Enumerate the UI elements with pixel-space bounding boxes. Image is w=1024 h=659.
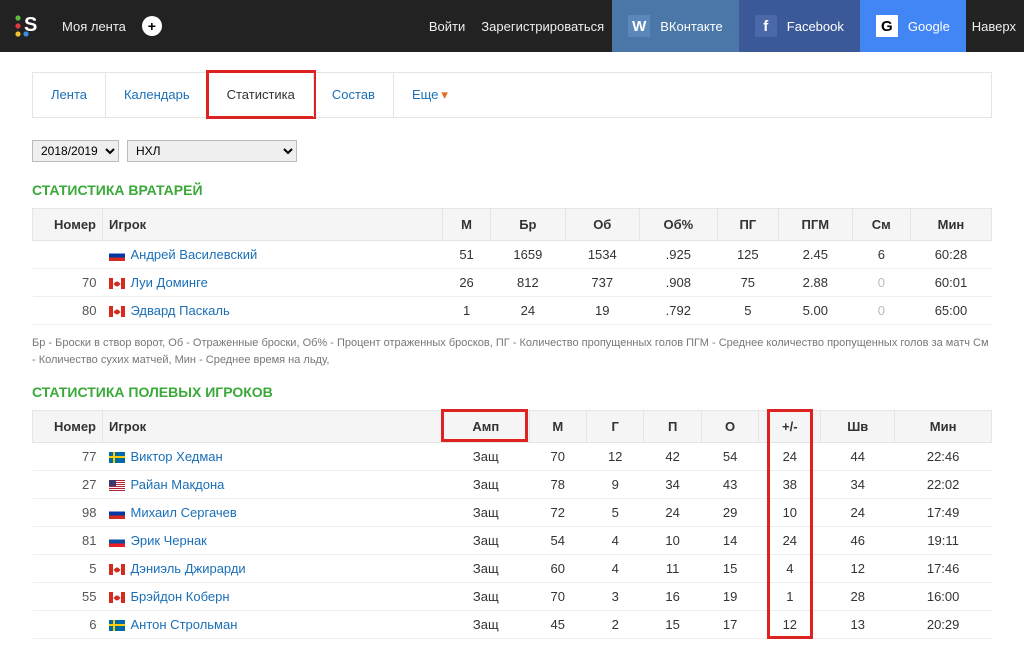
player-link[interactable]: Эдвард Паскаль (131, 303, 230, 318)
social-google[interactable]: GGoogle (860, 0, 966, 52)
table-row: 81Эрик ЧернакЗащ5441014244619:11 (33, 527, 992, 555)
tab-statistics[interactable]: Статистика (208, 73, 313, 117)
tab-calendar[interactable]: Календарь (105, 73, 208, 117)
col-header[interactable]: О (701, 411, 758, 443)
col-header[interactable]: Об% (639, 209, 717, 241)
chevron-down-icon: ▾ (441, 87, 448, 102)
table-row: 80Эдвард Паскаль12419.79255.00065:00 (33, 297, 992, 325)
table-row: 70Луи Доминге26812737.908752.88060:01 (33, 269, 992, 297)
my-feed-link[interactable]: Моя лента (62, 19, 126, 34)
col-header[interactable]: Шв (821, 411, 895, 443)
svg-text:S: S (24, 14, 37, 36)
site-logo[interactable]: S (12, 12, 40, 40)
tab-feed[interactable]: Лента (32, 73, 105, 117)
col-header[interactable]: Г (586, 411, 643, 443)
highlight-plusminus-column (767, 409, 813, 639)
scroll-top-link[interactable]: Наверх (972, 19, 1016, 34)
table-row: Андрей Василевский5116591534.9251252.456… (33, 241, 992, 269)
vk-icon: W (628, 15, 650, 37)
col-header[interactable]: Номер (33, 209, 103, 241)
page-tabs: Лента Календарь Статистика Состав Еще▾ (32, 72, 992, 118)
player-link[interactable]: Райан Макдона (131, 477, 225, 492)
skaters-table: НомерИгрокАмпМГПО+/-ШвМин 77Виктор Хедма… (32, 410, 992, 639)
player-link[interactable]: Дэниэль Джирарди (131, 561, 246, 576)
col-header[interactable]: Игрок (103, 411, 443, 443)
season-select[interactable]: 2018/2019 (32, 140, 119, 162)
col-header[interactable]: ПГМ (778, 209, 852, 241)
facebook-icon: f (755, 15, 777, 37)
register-link[interactable]: Зарегистрироваться (481, 19, 604, 34)
google-icon: G (876, 15, 898, 37)
login-link[interactable]: Войти (429, 19, 465, 34)
col-header[interactable]: Номер (33, 411, 103, 443)
col-header[interactable]: М (529, 411, 586, 443)
goalies-heading: СТАТИСТИКА ВРАТАРЕЙ (32, 182, 992, 198)
player-link[interactable]: Эрик Чернак (131, 533, 207, 548)
add-button[interactable]: + (142, 16, 162, 36)
col-header[interactable]: См (852, 209, 910, 241)
table-row: 55Брэйдон КобернЗащ703161912816:00 (33, 583, 992, 611)
plus-icon: + (148, 18, 156, 34)
col-header[interactable]: М (443, 209, 491, 241)
social-vk[interactable]: WВКонтакте (612, 0, 739, 52)
player-link[interactable]: Виктор Хедман (131, 449, 223, 464)
skaters-heading: СТАТИСТИКА ПОЛЕВЫХ ИГРОКОВ (32, 384, 992, 400)
goalies-table: НомерИгрокМБрОбОб%ПГПГМСмМин Андрей Васи… (32, 208, 992, 325)
table-row: 5Дэниэль ДжирардиЗащ604111541217:46 (33, 555, 992, 583)
highlight-amp-header (441, 409, 529, 442)
player-link[interactable]: Брэйдон Коберн (131, 589, 230, 604)
league-select[interactable]: НХЛ (127, 140, 297, 162)
col-header[interactable]: Бр (491, 209, 565, 241)
table-row: 77Виктор ХедманЗащ70124254244422:46 (33, 443, 992, 471)
col-header[interactable]: П (644, 411, 701, 443)
tab-more[interactable]: Еще▾ (393, 73, 466, 117)
social-facebook[interactable]: fFacebook (739, 0, 860, 52)
col-header[interactable]: Мин (910, 209, 991, 241)
table-row: 98Михаил СергачевЗащ7252429102417:49 (33, 499, 992, 527)
player-link[interactable]: Андрей Василевский (131, 247, 258, 262)
table-row: 27Райан МакдонаЗащ7893443383422:02 (33, 471, 992, 499)
player-link[interactable]: Михаил Сергачев (131, 505, 237, 520)
col-header[interactable]: ПГ (717, 209, 778, 241)
col-header[interactable]: Об (565, 209, 639, 241)
player-link[interactable]: Луи Доминге (131, 275, 208, 290)
col-header[interactable]: Мин (895, 411, 992, 443)
table-row: 6Антон СтрольманЗащ4521517121320:29 (33, 611, 992, 639)
player-link[interactable]: Антон Строльман (131, 617, 238, 632)
tab-roster[interactable]: Состав (313, 73, 393, 117)
col-header[interactable]: Игрок (103, 209, 443, 241)
goalies-legend: Бр - Броски в створ ворот, Об - Отраженн… (32, 335, 992, 368)
